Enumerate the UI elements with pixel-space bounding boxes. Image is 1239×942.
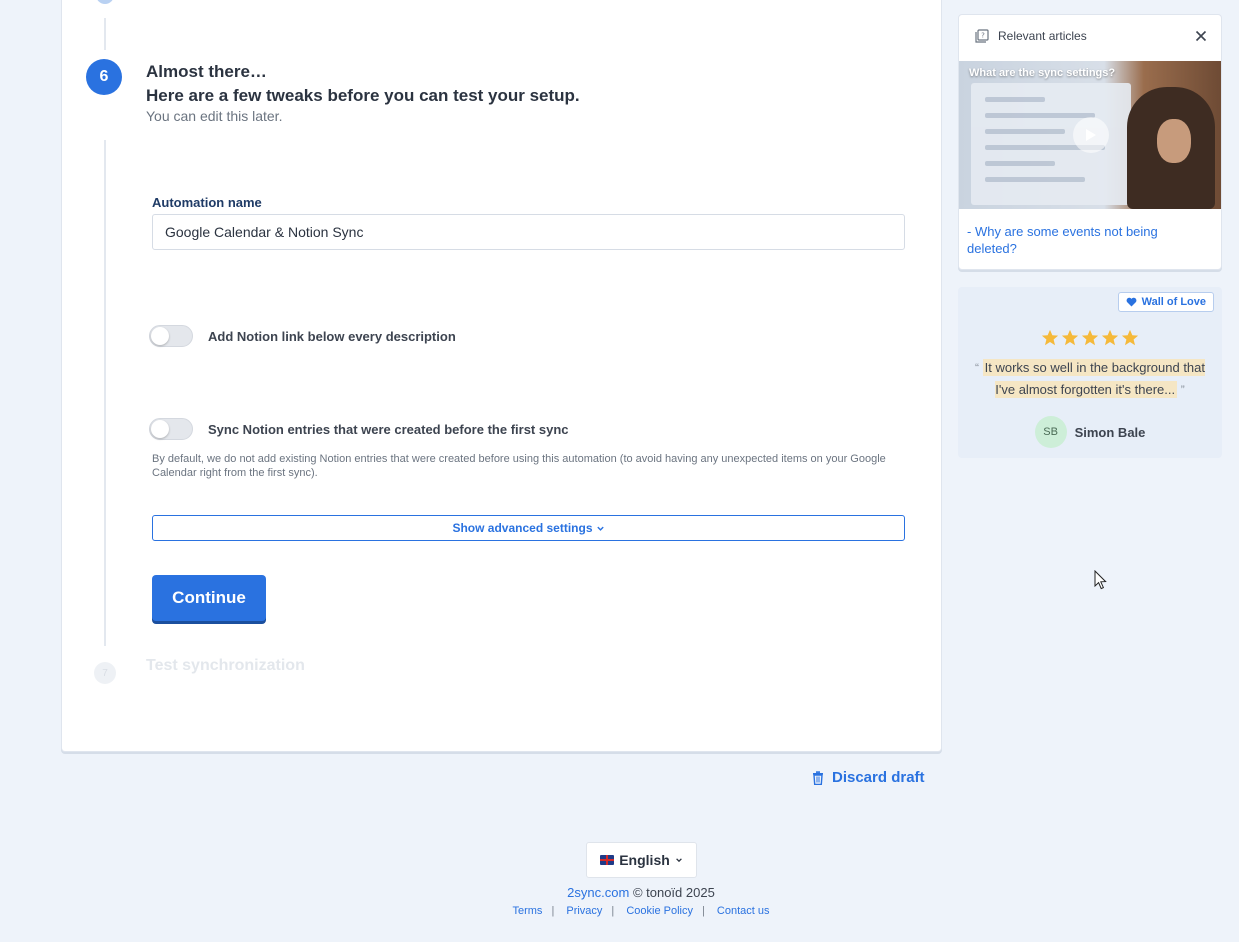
language-select[interactable]: English xyxy=(586,842,697,878)
testimonial-author: SB Simon Bale xyxy=(958,416,1222,448)
contact-us-link[interactable]: Contact us xyxy=(717,905,770,917)
sync-existing-toggle[interactable] xyxy=(149,418,193,440)
setup-card: 6 Almost there… Here are a few tweaks be… xyxy=(61,0,942,752)
copyright-text: © tonoïd 2025 xyxy=(632,885,715,900)
wall-of-love-label: Wall of Love xyxy=(1141,296,1206,308)
toggle-knob xyxy=(151,420,169,438)
star-rating xyxy=(958,329,1222,347)
sync-existing-toggle-label: Sync Notion entries that were created be… xyxy=(208,422,569,437)
relevant-articles-panel: ? Relevant articles What are the sync se… xyxy=(958,14,1222,270)
advanced-settings-label: Show advanced settings xyxy=(452,521,593,535)
uk-flag-icon xyxy=(600,855,615,865)
video-thumbnail[interactable]: What are the sync settings? xyxy=(959,61,1221,209)
cookie-policy-link[interactable]: Cookie Policy xyxy=(626,905,693,917)
video-title: What are the sync settings? xyxy=(969,67,1116,79)
articles-header-label: Relevant articles xyxy=(998,29,1087,43)
step-title: Almost there… Here are a few tweaks befo… xyxy=(146,60,580,108)
article-link[interactable]: - Why are some events not being deleted? xyxy=(967,223,1207,257)
timeline-line-main xyxy=(104,140,106,646)
step-number-badge: 6 xyxy=(86,59,122,95)
quote-close-mark: ” xyxy=(1180,383,1185,397)
separator: | xyxy=(551,905,555,917)
avatar: SB xyxy=(1034,416,1067,448)
notion-link-toggle[interactable] xyxy=(149,325,193,347)
play-icon[interactable] xyxy=(1073,117,1109,153)
video-screenshot xyxy=(971,83,1131,205)
sync-existing-help-text: By default, we do not add existing Notio… xyxy=(152,453,886,479)
language-label: English xyxy=(619,852,670,868)
chevron-down-icon xyxy=(596,526,604,531)
heart-icon xyxy=(1126,297,1137,307)
notion-link-toggle-label: Add Notion link below every description xyxy=(208,329,456,344)
continue-button[interactable]: Continue xyxy=(152,575,266,621)
author-name: Simon Bale xyxy=(1074,424,1146,440)
help-book-icon: ? xyxy=(975,29,989,43)
separator: | xyxy=(611,905,615,917)
discard-draft-button[interactable]: Discard draft xyxy=(812,769,925,786)
copyright: 2sync.com © tonoïd 2025 xyxy=(0,885,1239,900)
footer-links: Terms | Privacy | Cookie Policy | Contact u… xyxy=(0,905,1239,917)
step-subtitle: You can edit this later. xyxy=(146,108,283,124)
show-advanced-settings-button[interactable]: Show advanced settings xyxy=(152,515,905,541)
chevron-down-icon xyxy=(675,858,682,863)
separator: | xyxy=(701,905,705,917)
star-icon xyxy=(1101,329,1119,346)
step-title-line2: Here are a few tweaks before you can tes… xyxy=(146,86,580,105)
step-title-line1: Almost there… xyxy=(146,62,267,81)
privacy-link[interactable]: Privacy xyxy=(566,905,602,917)
terms-link[interactable]: Terms xyxy=(512,905,542,917)
testimonial-text: It works so well in the background that … xyxy=(982,359,1205,398)
wall-of-love-panel: Wall of Love “ It works so well in the b… xyxy=(958,287,1222,458)
star-icon xyxy=(1081,329,1099,346)
testimonial-quote: “ It works so well in the background tha… xyxy=(972,357,1208,401)
quote-open-mark: “ xyxy=(974,361,979,375)
trash-icon xyxy=(813,770,823,785)
star-icon xyxy=(1061,329,1079,346)
svg-text:?: ? xyxy=(981,32,985,40)
automation-name-input[interactable] xyxy=(152,214,905,250)
mouse-cursor-icon xyxy=(1094,570,1107,590)
discard-draft-label: Discard draft xyxy=(832,769,925,786)
close-icon[interactable] xyxy=(1195,30,1207,42)
automation-name-label: Automation name xyxy=(152,195,262,210)
toggle-knob xyxy=(151,327,169,345)
star-icon xyxy=(1121,329,1139,346)
wall-of-love-badge[interactable]: Wall of Love xyxy=(1117,292,1214,312)
next-step-title: Test synchronization xyxy=(146,657,305,674)
star-icon xyxy=(1041,329,1059,346)
next-step-number: 7 xyxy=(94,662,116,684)
video-presenter-face xyxy=(1157,119,1191,163)
articles-header: ? Relevant articles xyxy=(975,29,1087,43)
previous-step-dot xyxy=(96,0,114,4)
timeline-line-top xyxy=(104,18,106,50)
site-link[interactable]: 2sync.com xyxy=(567,885,629,900)
